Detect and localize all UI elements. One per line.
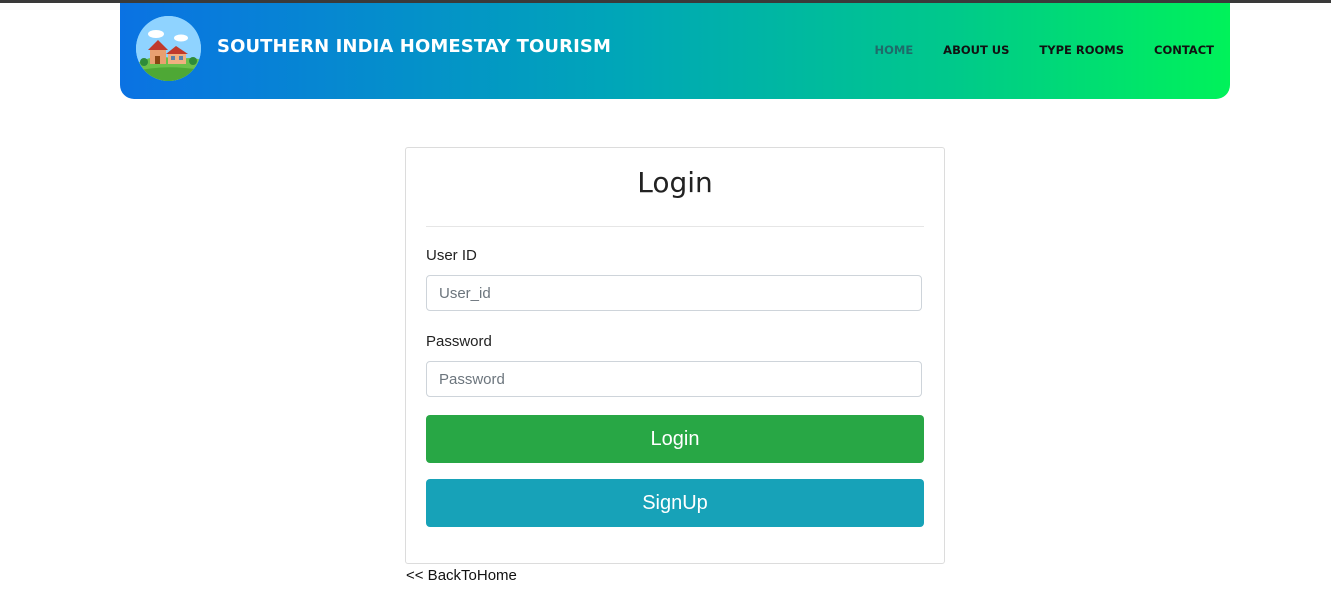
nav-about-us[interactable]: ABOUT US: [943, 43, 1009, 57]
homestay-house-icon[interactable]: [136, 16, 201, 81]
nav-home[interactable]: HOME: [874, 43, 913, 57]
back-to-home-link[interactable]: << BackToHome: [406, 567, 517, 584]
login-title: Login: [637, 166, 713, 199]
password-label: Password: [426, 333, 492, 350]
nav-contact[interactable]: CONTACT: [1154, 43, 1214, 57]
title-divider: [426, 226, 924, 227]
password-input[interactable]: [426, 361, 922, 397]
login-button[interactable]: Login: [426, 415, 924, 463]
login-card: Login User ID Password Login SignUp: [405, 147, 945, 564]
main-nav: HOME ABOUT US TYPE ROOMS CONTACT: [874, 43, 1214, 57]
signup-button[interactable]: SignUp: [426, 479, 924, 527]
nav-type-rooms[interactable]: TYPE ROOMS: [1039, 43, 1124, 57]
site-brand-title[interactable]: SOUTHERN INDIA HOMESTAY TOURISM: [217, 36, 611, 57]
user-id-label: User ID: [426, 247, 477, 264]
site-header: SOUTHERN INDIA HOMESTAY TOURISM HOME ABO…: [120, 3, 1230, 99]
user-id-input[interactable]: [426, 275, 922, 311]
